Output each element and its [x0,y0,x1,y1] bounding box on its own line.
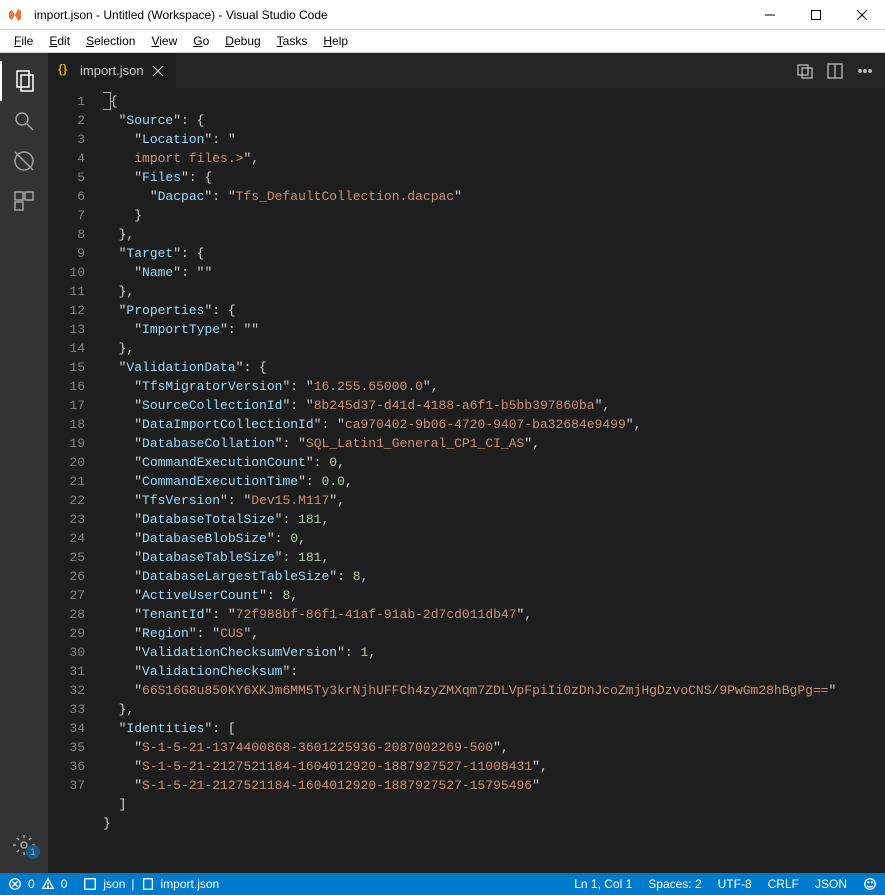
menubar: File Edit Selection View Go Debug Tasks … [0,30,885,53]
json-mode-icon [83,877,97,891]
status-language[interactable]: JSON [807,877,855,891]
activity-search[interactable] [0,101,48,141]
vscode-logo-icon [0,7,30,23]
status-eol[interactable]: CRLF [760,877,807,891]
tab-import-json[interactable]: {} import.json [48,53,177,88]
minimap[interactable] [867,88,885,873]
status-ln-col[interactable]: Ln 1, Col 1 [566,877,640,891]
menu-view[interactable]: View [143,32,185,50]
statusbar: 0 0 json | import.json Ln 1, Col 1 Space… [0,873,885,895]
close-button[interactable] [839,0,885,30]
menu-edit[interactable]: Edit [41,32,78,50]
activity-settings[interactable]: 1 [0,825,48,865]
menu-help[interactable]: Help [315,32,356,50]
code-content[interactable]: { "Source": { "Location": " import files… [103,88,867,873]
tab-label: import.json [80,63,144,78]
tabbar: {} import.json [48,53,885,88]
line-number-gutter: 1234567891011121314151617181920212223242… [48,88,103,873]
status-problems[interactable]: 0 0 [0,877,75,891]
menu-file[interactable]: File [6,32,41,50]
window-title: import.json - Untitled (Workspace) - Vis… [30,8,747,22]
status-file-indicator[interactable]: json | import.json [75,877,227,891]
minimize-button[interactable] [747,0,793,30]
menu-debug[interactable]: Debug [217,32,268,50]
compare-icon[interactable] [797,63,813,79]
maximize-button[interactable] [793,0,839,30]
status-encoding[interactable]: UTF-8 [710,877,760,891]
editor-group: {} import.json 1234567891011121314151617… [48,53,885,873]
activity-debug[interactable] [0,141,48,181]
activity-explorer[interactable] [0,61,48,101]
file-path-icon [141,877,155,891]
tab-close-icon[interactable] [150,63,166,79]
menu-tasks[interactable]: Tasks [269,32,316,50]
activitybar: 1 [0,53,48,873]
split-editor-icon[interactable] [827,63,843,79]
json-file-icon: {} [58,61,74,80]
titlebar: import.json - Untitled (Workspace) - Vis… [0,0,885,30]
settings-badge: 1 [26,845,40,859]
svg-text:{}: {} [58,62,68,76]
menu-selection[interactable]: Selection [78,32,143,50]
editor[interactable]: 1234567891011121314151617181920212223242… [48,88,885,873]
more-icon[interactable] [857,63,873,79]
status-spaces[interactable]: Spaces: 2 [640,877,709,891]
activity-extensions[interactable] [0,181,48,221]
status-feedback-icon[interactable] [855,877,885,891]
menu-go[interactable]: Go [185,32,217,50]
